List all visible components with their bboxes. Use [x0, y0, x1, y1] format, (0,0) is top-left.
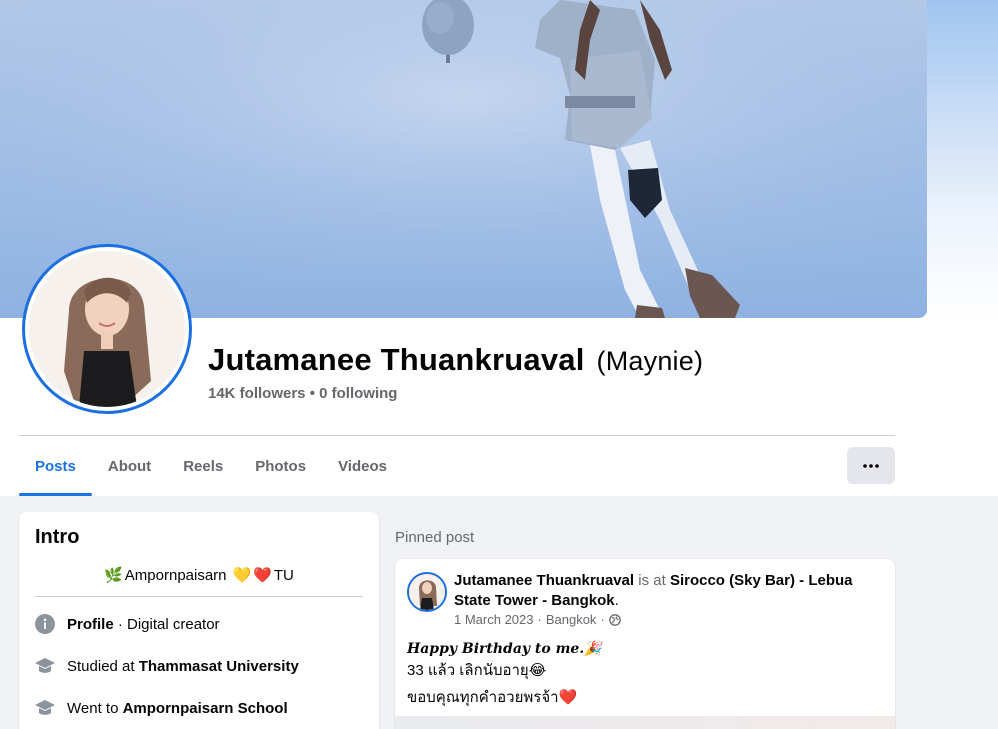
info-icon: [35, 614, 55, 634]
tab-reels[interactable]: Reels: [167, 446, 239, 496]
more-options-button[interactable]: [847, 447, 895, 484]
post-photo[interactable]: [395, 716, 895, 729]
graduation-cap-icon: [35, 698, 55, 718]
pinned-post-label: Pinned post: [395, 529, 475, 546]
tab-videos[interactable]: Videos: [322, 446, 403, 496]
profile-avatar[interactable]: [22, 244, 192, 414]
post-header: Jutamanee Thuankruaval is at Sirocco (Sk…: [454, 571, 884, 611]
bio-text-1: Ampornpaisarn: [124, 566, 227, 584]
post-author-name[interactable]: Jutamanee Thuankruaval: [454, 572, 634, 589]
post-period: .: [614, 592, 619, 609]
profile-header: Jutamanee Thuankruaval (Maynie) 14K follo…: [0, 0, 998, 496]
profile-alternate-name: (Maynie): [596, 346, 704, 376]
followers-count[interactable]: 14K followers • 0 following: [208, 385, 397, 402]
tab-photos[interactable]: Photos: [239, 446, 322, 496]
post-location[interactable]: Bangkok: [546, 612, 597, 627]
profile-tabs: Posts About Reels Photos Videos: [19, 446, 403, 496]
intro-divider: [35, 596, 363, 597]
tab-posts[interactable]: Posts: [19, 446, 92, 496]
intro-went-prefix: Went to: [67, 699, 123, 717]
post-is-at: is at: [634, 572, 670, 589]
post-text-line-1: 𝑯𝒂𝒑𝒑𝒚 𝑩𝒊𝒓𝒕𝒉𝒅𝒂𝒚 𝒕𝒐 𝒎𝒆.🎉: [407, 641, 602, 657]
globe-icon[interactable]: [608, 613, 621, 626]
post-text-line-2: 33 แล้ว เลิกนับอายุ😂: [407, 662, 547, 679]
pinned-post-card: Jutamanee Thuankruaval is at Sirocco (Sk…: [395, 559, 895, 729]
intro-row-went-to: Went to Ampornpaisarn School: [35, 693, 363, 723]
intro-went-school[interactable]: Ampornpaisarn School: [123, 700, 288, 717]
post-text-line-3: ขอบคุณทุกคำอวยพรจ้า❤️: [407, 689, 578, 706]
leaf-emoji: 🌿: [104, 567, 123, 584]
profile-name: Jutamanee Thuankruaval (Maynie): [208, 342, 703, 378]
meta-separator: ·: [537, 612, 542, 627]
post-body: 𝑯𝒂𝒑𝒑𝒚 𝑩𝒊𝒓𝒕𝒉𝒅𝒂𝒚 𝒕𝒐 𝒎𝒆.🎉 33 แล้ว เลิกนับอา…: [407, 639, 602, 708]
intro-row-studied: Studied at Thammasat University: [35, 651, 363, 681]
post-author-avatar[interactable]: [407, 572, 447, 612]
intro-bio: 🌿 Ampornpaisarn 💛 ❤️ TU: [35, 563, 363, 587]
avatar-image: [29, 251, 185, 407]
ellipsis-icon: [863, 463, 879, 468]
intro-studied-school[interactable]: Thammasat University: [139, 658, 299, 675]
post-meta: 1 March 2023 · Bangkok ·: [454, 612, 621, 627]
graduation-cap-icon: [35, 656, 55, 676]
tab-about[interactable]: About: [92, 446, 167, 496]
intro-card: Intro 🌿 Ampornpaisarn 💛 ❤️ TU Profile · …: [19, 512, 379, 729]
intro-profile-category: · Digital creator: [113, 615, 220, 633]
post-date[interactable]: 1 March 2023: [454, 612, 534, 627]
header-divider: [19, 435, 895, 436]
intro-row-profile: Profile · Digital creator: [35, 609, 363, 639]
yellow-heart-emoji: 💛: [232, 567, 252, 584]
profile-name-text: Jutamanee Thuankruaval: [208, 342, 585, 377]
intro-title: Intro: [35, 526, 80, 548]
red-heart-emoji: ❤️: [253, 567, 272, 584]
bio-text-2: TU: [273, 566, 294, 584]
intro-studied-prefix: Studied at: [67, 657, 139, 675]
post-avatar-image: [409, 574, 445, 610]
meta-separator: ·: [600, 612, 605, 627]
intro-profile-label: Profile: [67, 615, 114, 633]
cover-side-gradient: [927, 0, 998, 318]
